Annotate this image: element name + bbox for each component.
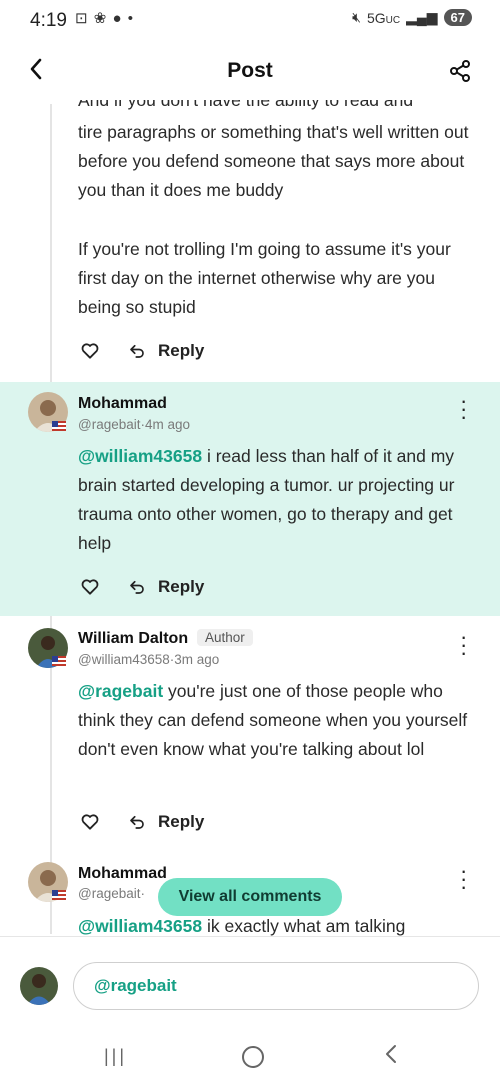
reply-arrow-icon bbox=[130, 815, 144, 829]
clipped-text-row: And if you don't have the ability to rea… bbox=[0, 100, 500, 120]
author-badge: Author bbox=[197, 629, 253, 646]
mention-link[interactable]: @william43658 bbox=[78, 446, 202, 466]
username[interactable]: Mohammad bbox=[78, 395, 167, 413]
comment-body: If you're not trolling I'm going to assu… bbox=[78, 239, 451, 317]
reply-button[interactable]: Reply bbox=[128, 812, 204, 832]
system-back-icon[interactable] bbox=[384, 1042, 398, 1073]
mute-icon: 🔇︎ bbox=[352, 9, 361, 25]
username[interactable]: Mohammad bbox=[78, 865, 167, 883]
page-title: Post bbox=[227, 59, 273, 82]
reply-composer[interactable] bbox=[73, 962, 479, 1010]
more-options-icon[interactable]: · · · bbox=[460, 390, 467, 428]
comment-body: @william43658 i read less than half of i… bbox=[78, 446, 455, 553]
home-icon[interactable] bbox=[242, 1046, 264, 1068]
more-options-icon[interactable]: · · · bbox=[460, 626, 467, 664]
flag-icon bbox=[52, 656, 66, 666]
signal-icon: ▂▄▆ bbox=[406, 9, 438, 25]
avatar bbox=[20, 967, 58, 1005]
share-icon[interactable] bbox=[448, 59, 472, 83]
status-right: 🔇︎ 5GUC ▂▄▆ 67 bbox=[352, 9, 472, 26]
clipped-comment-line: And if you don't have the ability to rea… bbox=[78, 100, 414, 110]
more-options-icon[interactable]: · · · bbox=[460, 860, 467, 898]
status-bar: 4:19 ⊡ ❀ ● • 🔇︎ 5GUC ▂▄▆ 67 bbox=[0, 0, 500, 40]
comment-meta: @william43658·3m ago bbox=[78, 652, 220, 667]
flag-icon bbox=[52, 890, 66, 900]
reply-arrow-icon bbox=[130, 344, 144, 358]
username[interactable]: William Dalton bbox=[78, 630, 188, 648]
like-heart-icon[interactable] bbox=[80, 577, 100, 597]
reply-button[interactable]: Reply bbox=[128, 341, 204, 361]
view-all-comments-button[interactable]: View all comments bbox=[158, 878, 342, 916]
comment-actions: Reply bbox=[80, 338, 204, 364]
comment-meta: @ragebait·4m ago bbox=[78, 417, 191, 432]
battery-indicator: 67 bbox=[443, 9, 472, 26]
like-heart-icon[interactable] bbox=[80, 341, 100, 361]
system-nav-bar: ||| bbox=[0, 1040, 500, 1080]
divider bbox=[0, 936, 500, 937]
reply-input[interactable] bbox=[92, 975, 456, 997]
top-app-bar: Post bbox=[0, 45, 500, 101]
comment-meta: @ragebait· bbox=[78, 886, 145, 901]
comment-actions: Reply bbox=[80, 809, 204, 835]
recent-apps-icon[interactable]: ||| bbox=[104, 1046, 127, 1067]
flag-icon bbox=[52, 421, 66, 431]
reply-arrow-icon bbox=[130, 580, 144, 594]
comment-body: @ragebait you're just one of those peopl… bbox=[78, 681, 468, 759]
network-indicator: 5GUC bbox=[366, 9, 401, 26]
status-time: 4:19 bbox=[30, 10, 67, 31]
comment-actions: Reply bbox=[80, 574, 204, 600]
comment-body: tire paragraphs or something that's well… bbox=[78, 122, 469, 200]
mention-link[interactable]: @ragebait bbox=[78, 681, 163, 701]
mention-link[interactable]: @william43658 bbox=[78, 916, 202, 936]
like-heart-icon[interactable] bbox=[80, 812, 100, 832]
notification-icons: ⊡ ❀ ● • bbox=[75, 10, 134, 27]
reply-button[interactable]: Reply bbox=[128, 577, 204, 597]
